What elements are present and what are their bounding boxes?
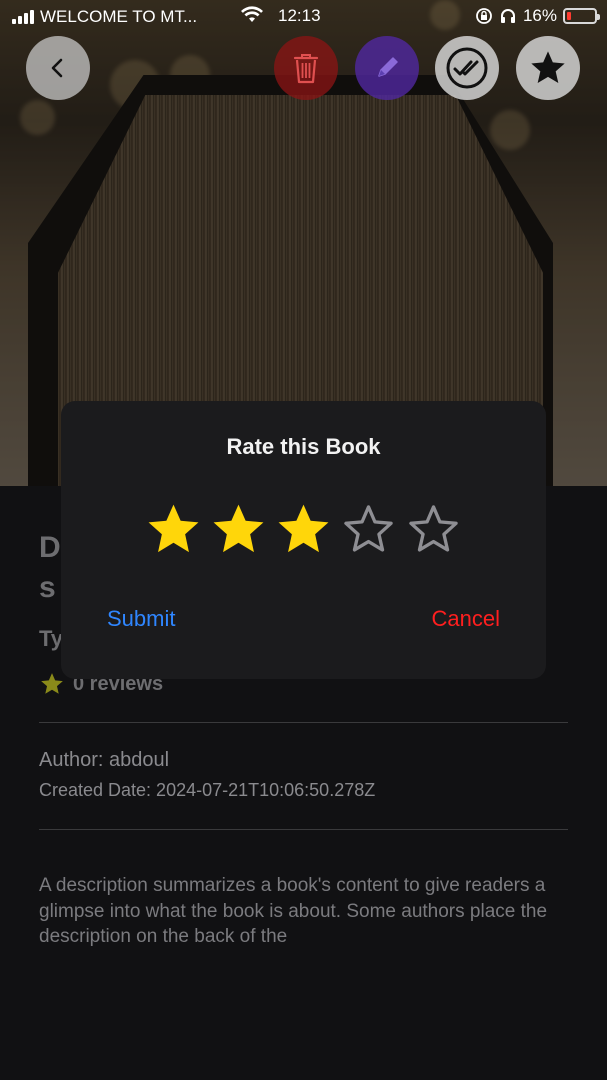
cancel-button[interactable]: Cancel bbox=[432, 606, 500, 632]
star-3-icon[interactable] bbox=[275, 501, 332, 558]
star-rating[interactable] bbox=[145, 501, 462, 558]
star-4-icon[interactable] bbox=[340, 501, 397, 558]
submit-button[interactable]: Submit bbox=[107, 606, 175, 632]
star-2-icon[interactable] bbox=[210, 501, 267, 558]
star-5-icon[interactable] bbox=[405, 501, 462, 558]
dialog-title: Rate this Book bbox=[226, 434, 381, 459]
rating-dialog: Rate this Book Submit Cancel bbox=[61, 401, 546, 679]
star-1-icon[interactable] bbox=[145, 501, 202, 558]
